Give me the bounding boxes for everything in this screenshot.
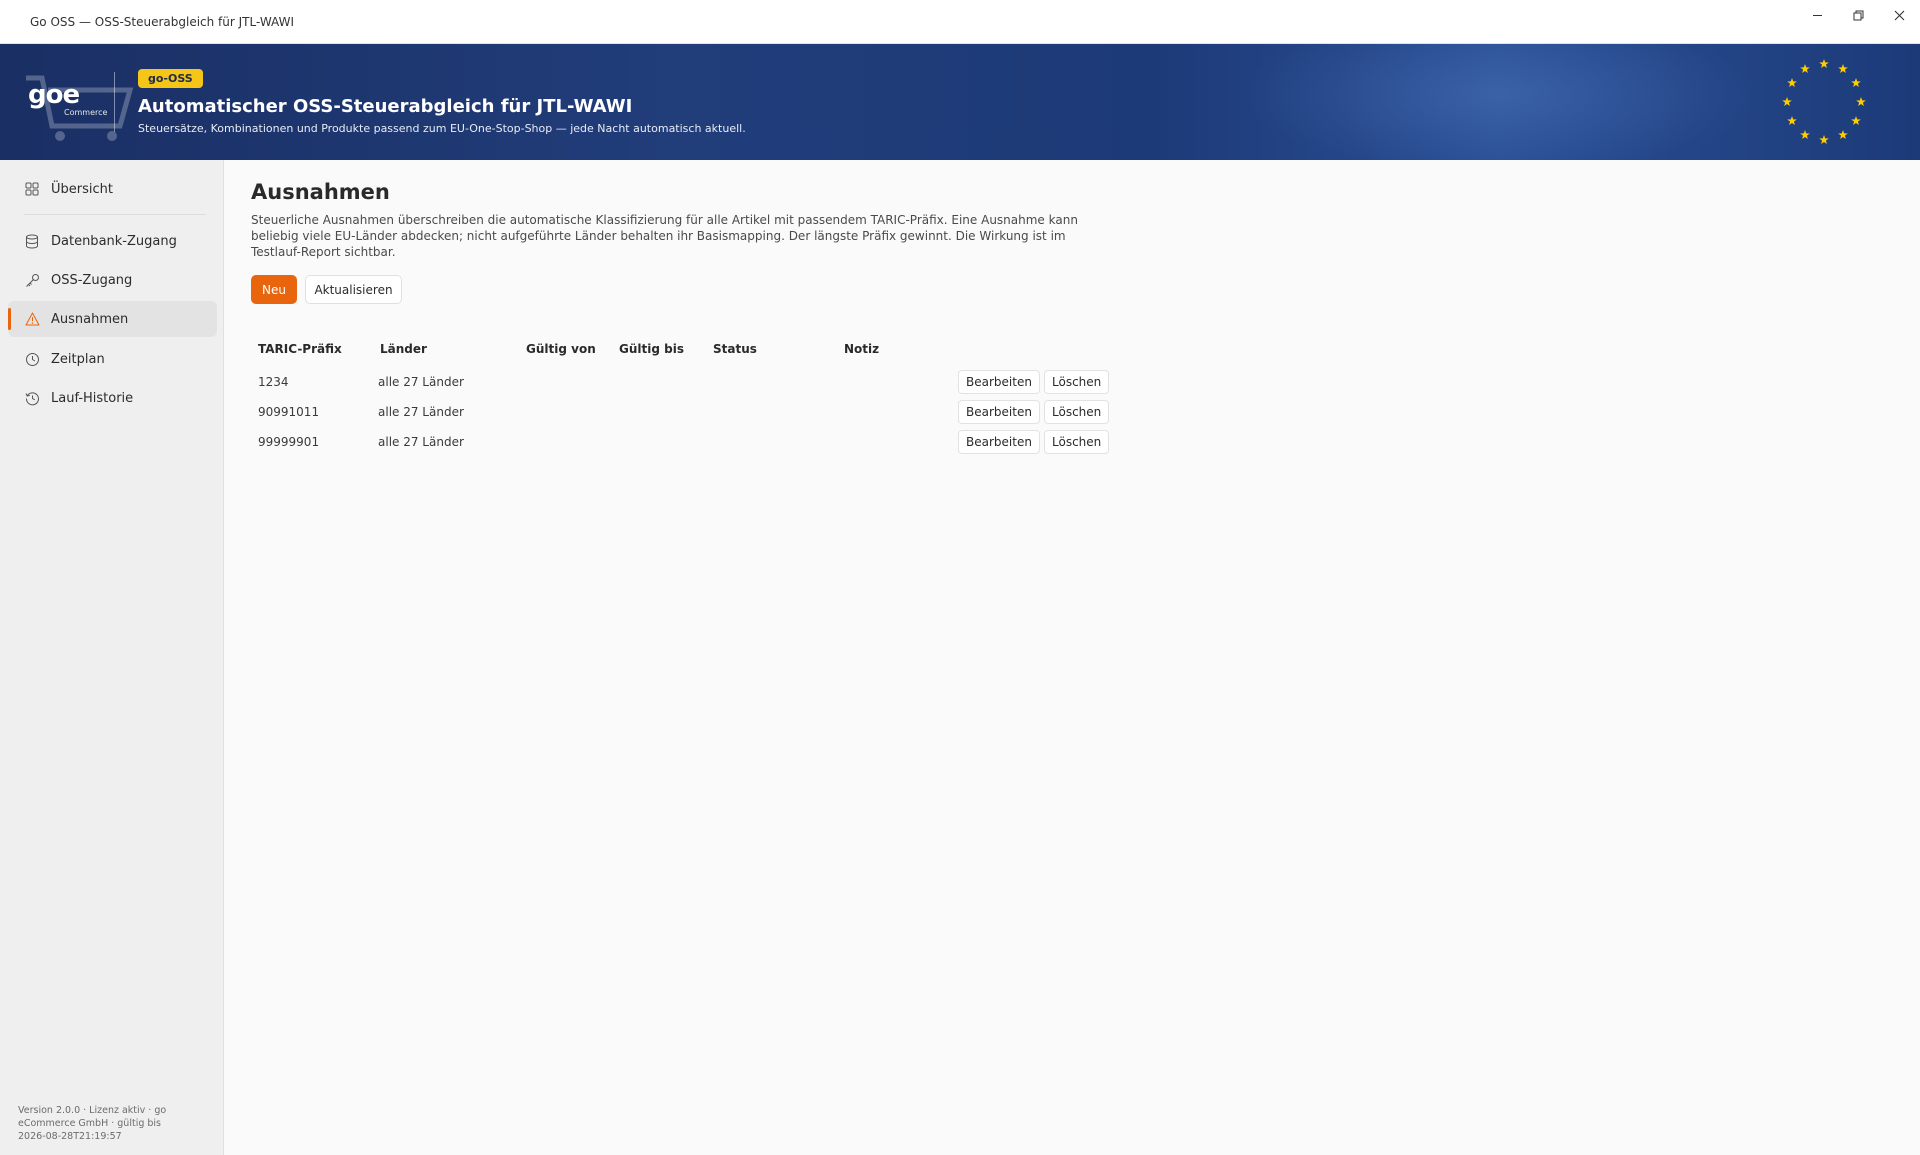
delete-button[interactable]: Löschen bbox=[1044, 430, 1110, 454]
sidebar-divider bbox=[24, 214, 206, 215]
table-row: 90991011 alle 27 Länder Bearbeiten Lösch… bbox=[251, 398, 1111, 428]
window-title: Go OSS — OSS-Steuerabgleich für JTL-WAWI bbox=[30, 14, 294, 29]
database-icon bbox=[24, 233, 40, 249]
main-content: Ausnahmen Steuerliche Ausnahmen überschr… bbox=[225, 160, 1920, 1155]
edit-button[interactable]: Bearbeiten bbox=[958, 370, 1040, 394]
sidebar-item-label: Lauf-Historie bbox=[51, 390, 134, 406]
column-header-taric-prefix: TARIC-Präfix bbox=[258, 342, 342, 356]
grid-icon bbox=[24, 181, 40, 197]
banner-subtitle: Steuersätze, Kombinationen und Produkte … bbox=[138, 122, 746, 135]
sidebar-item-label: Datenbank-Zugang bbox=[51, 233, 177, 249]
cell-countries: alle 27 Länder bbox=[378, 375, 464, 389]
new-exception-button[interactable]: Neu bbox=[251, 275, 297, 304]
cell-taric-prefix: 90991011 bbox=[258, 405, 320, 419]
cell-taric-prefix: 1234 bbox=[258, 375, 289, 389]
sidebar-item-label: Ausnahmen bbox=[51, 311, 129, 327]
sidebar-item-uebersicht[interactable]: Übersicht bbox=[8, 171, 217, 207]
edit-button[interactable]: Bearbeiten bbox=[958, 430, 1040, 454]
sidebar-item-ausnahmen[interactable]: Ausnahmen bbox=[8, 301, 217, 337]
cell-countries: alle 27 Länder bbox=[378, 405, 464, 419]
sidebar-item-label: OSS-Zugang bbox=[51, 272, 133, 288]
logo-text: goe bbox=[28, 80, 80, 110]
close-window-button[interactable] bbox=[1879, 0, 1920, 30]
version-info: Version 2.0.0 · Lizenz aktiv · go eComme… bbox=[18, 1105, 167, 1142]
sidebar-item-datenbank-zugang[interactable]: Datenbank-Zugang bbox=[8, 223, 217, 259]
history-icon bbox=[24, 390, 40, 406]
restore-icon bbox=[1853, 10, 1864, 20]
header-banner: goe Commerce go-OSS Automatischer OSS-St… bbox=[0, 44, 1920, 160]
cell-taric-prefix: 99999901 bbox=[258, 435, 320, 449]
sidebar-item-label: Übersicht bbox=[51, 181, 113, 197]
column-header-status: Status bbox=[713, 342, 757, 356]
clock-icon bbox=[24, 351, 40, 367]
banner-glow bbox=[1240, 44, 1760, 160]
banner-divider bbox=[114, 72, 115, 132]
minimize-icon bbox=[1813, 14, 1822, 16]
column-header-note: Notiz bbox=[844, 342, 880, 356]
close-icon bbox=[1894, 10, 1905, 20]
window-controls bbox=[1797, 0, 1920, 30]
product-badge: go-OSS bbox=[138, 69, 203, 88]
sidebar-item-label: Zeitplan bbox=[51, 351, 105, 367]
sidebar: Übersicht Datenbank-Zugang OSS-Zugang Au… bbox=[0, 160, 224, 1155]
eu-stars-icon bbox=[1782, 59, 1866, 144]
column-header-valid-from: Gültig von bbox=[526, 342, 596, 356]
sidebar-item-oss-zugang[interactable]: OSS-Zugang bbox=[8, 262, 217, 298]
sidebar-item-lauf-historie[interactable]: Lauf-Historie bbox=[8, 380, 217, 416]
column-header-countries: Länder bbox=[380, 342, 427, 356]
table-row: 99999901 alle 27 Länder Bearbeiten Lösch… bbox=[251, 428, 1111, 458]
page-description: Steuerliche Ausnahmen überschreiben die … bbox=[251, 213, 1078, 259]
logo-subtext: Commerce bbox=[64, 108, 108, 117]
brand-logo: goe Commerce bbox=[26, 75, 134, 141]
key-icon bbox=[24, 272, 40, 288]
title-bar: Go OSS — OSS-Steuerabgleich für JTL-WAWI bbox=[0, 0, 1920, 44]
cell-countries: alle 27 Länder bbox=[378, 435, 464, 449]
warning-icon bbox=[24, 311, 40, 327]
delete-button[interactable]: Löschen bbox=[1044, 370, 1110, 394]
table-row: 1234 alle 27 Länder Bearbeiten Löschen bbox=[251, 368, 1111, 398]
column-header-valid-to: Gültig bis bbox=[619, 342, 684, 356]
sidebar-item-zeitplan[interactable]: Zeitplan bbox=[8, 341, 217, 377]
banner-title: Automatischer OSS-Steuerabgleich für JTL… bbox=[138, 96, 633, 117]
refresh-button[interactable]: Aktualisieren bbox=[305, 275, 402, 304]
edit-button[interactable]: Bearbeiten bbox=[958, 400, 1040, 424]
page-title: Ausnahmen bbox=[251, 180, 390, 204]
app-window: Go OSS — OSS-Steuerabgleich für JTL-WAWI… bbox=[0, 0, 1920, 1155]
restore-button[interactable] bbox=[1838, 0, 1879, 30]
delete-button[interactable]: Löschen bbox=[1044, 400, 1110, 424]
minimize-button[interactable] bbox=[1797, 0, 1838, 30]
